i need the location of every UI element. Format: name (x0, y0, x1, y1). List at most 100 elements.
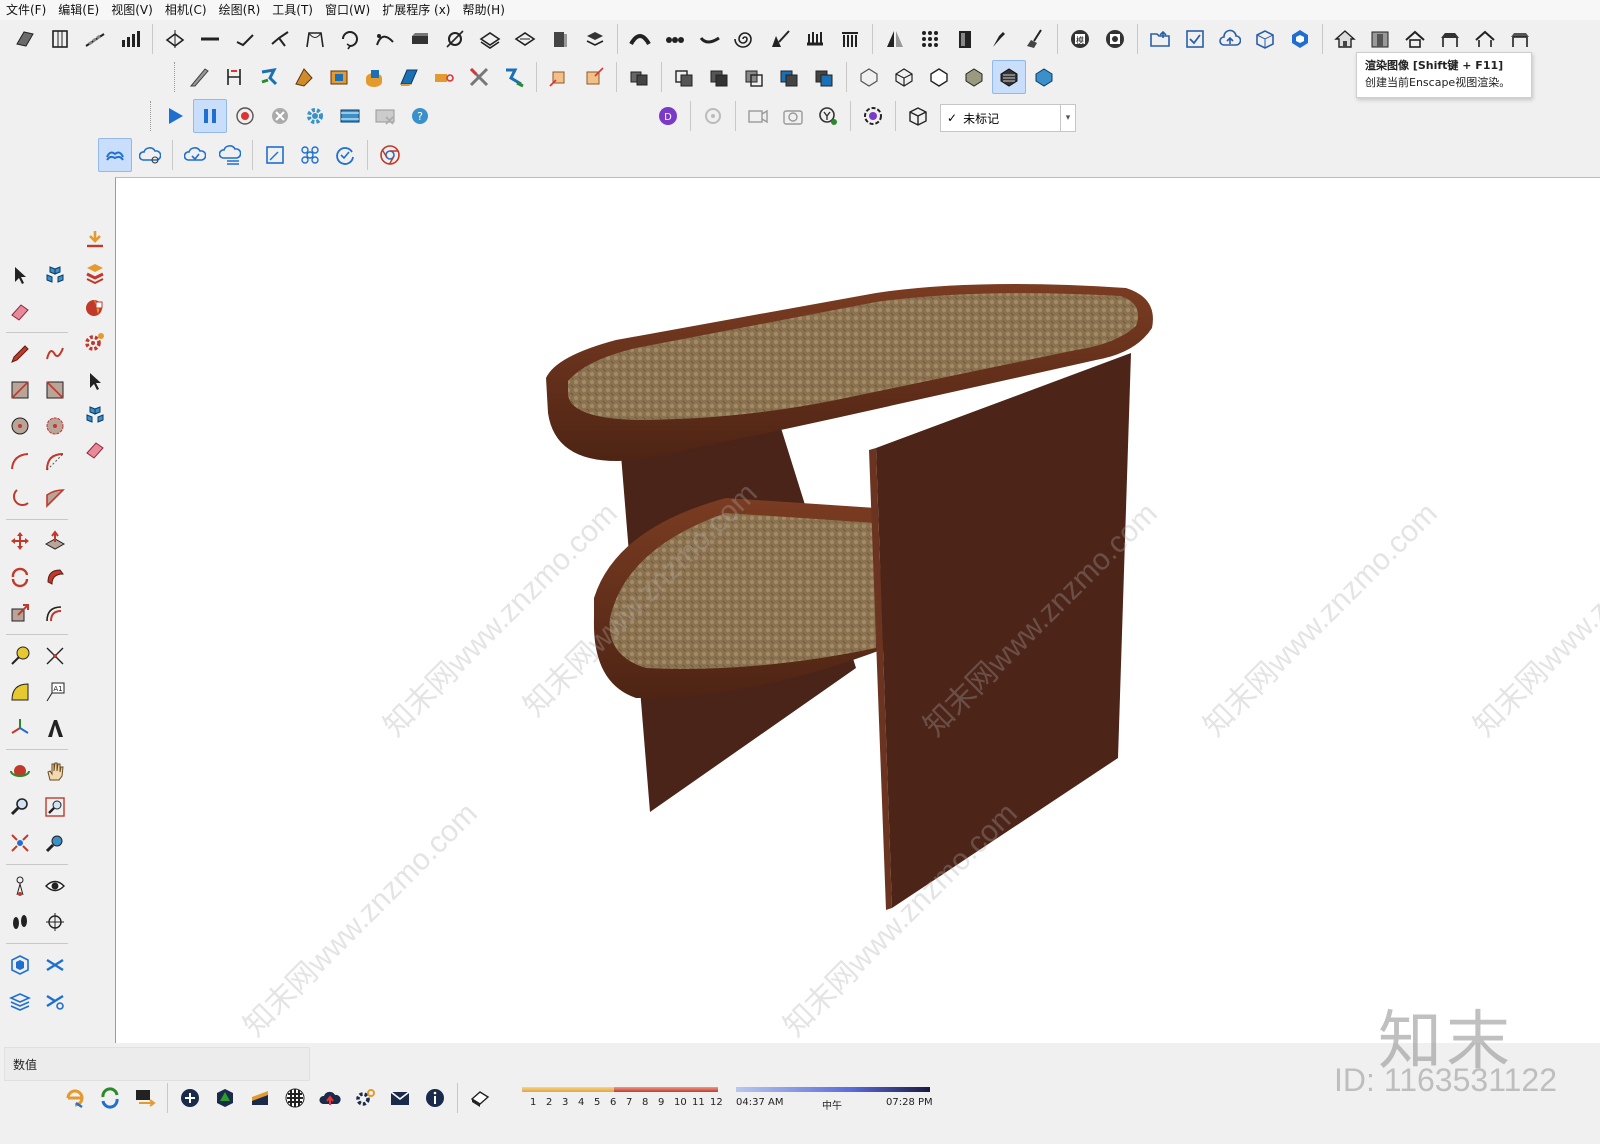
box-button[interactable] (322, 60, 356, 94)
measurements-box[interactable]: 数值 (4, 1047, 310, 1081)
soften-button[interactable] (158, 22, 192, 56)
style-xray-button[interactable] (852, 60, 886, 94)
solid-subtract-button[interactable] (737, 60, 771, 94)
look-around-tool[interactable] (38, 869, 71, 903)
arc-button[interactable] (623, 22, 657, 56)
help-button[interactable]: ? (403, 99, 437, 133)
menu-edit[interactable]: 编辑(E) (52, 0, 105, 20)
status-cloud-button[interactable] (313, 1081, 347, 1115)
panel-button[interactable] (948, 22, 982, 56)
cylinder-button[interactable] (357, 60, 391, 94)
sandbox-button[interactable] (8, 22, 42, 56)
style-monochrome-button[interactable] (1027, 60, 1061, 94)
refresh-check-button[interactable] (328, 138, 362, 172)
style-hidden-line-button[interactable] (922, 60, 956, 94)
wedge-button[interactable] (287, 60, 321, 94)
status-add-button[interactable] (173, 1081, 207, 1115)
spiral-button[interactable] (728, 22, 762, 56)
model-viewport[interactable]: 知末网www.znzmo.com 知末网www.znzmo.com 知末网www… (115, 177, 1600, 1044)
menu-draw[interactable]: 绘图(R) (213, 0, 267, 20)
make-component-tool[interactable] (38, 258, 71, 292)
walk-tool[interactable] (3, 905, 36, 939)
component-replace-button[interactable] (577, 60, 611, 94)
pen-button[interactable] (983, 22, 1017, 56)
previous-view-tool[interactable] (38, 826, 71, 860)
text-tool[interactable]: A1 (38, 675, 71, 709)
sandbox-draw-button[interactable] (182, 60, 216, 94)
offset-tool[interactable] (38, 596, 71, 630)
film-button[interactable] (333, 99, 367, 133)
push-button[interactable] (763, 22, 797, 56)
line-tool[interactable] (3, 337, 36, 371)
column-button[interactable] (43, 22, 77, 56)
section-plane-tool[interactable] (38, 905, 71, 939)
freehand-tool[interactable] (38, 337, 71, 371)
status-gear-button[interactable] (348, 1081, 382, 1115)
solid-union-button[interactable] (622, 60, 656, 94)
bevel-button[interactable] (427, 60, 461, 94)
vt-layers-button[interactable] (78, 256, 111, 290)
dots-button[interactable] (913, 22, 947, 56)
zoom-extents-tool[interactable] (3, 826, 36, 860)
push-pull-tool[interactable] (38, 524, 71, 558)
align-button[interactable] (193, 22, 227, 56)
video-editor-button[interactable] (741, 99, 775, 133)
columns-button[interactable] (833, 22, 867, 56)
circle-tool[interactable] (3, 409, 36, 443)
select-tool[interactable] (3, 258, 36, 292)
bar-chart-button[interactable] (113, 22, 147, 56)
cloud-upload-button[interactable] (1213, 22, 1247, 56)
column-build-button[interactable] (543, 22, 577, 56)
position-camera-tool[interactable] (3, 869, 36, 903)
join-button[interactable] (228, 22, 262, 56)
toolbar-grip[interactable] (174, 62, 178, 92)
rotated-rectangle-tool[interactable] (38, 373, 71, 407)
cloud-b-button[interactable] (133, 138, 167, 172)
status-import-button[interactable] (128, 1081, 162, 1115)
stack-button[interactable] (578, 22, 612, 56)
menu-help[interactable]: 帮助(H) (456, 0, 510, 20)
menu-camera[interactable]: 相机(C) (159, 0, 213, 20)
arch-button[interactable] (298, 22, 332, 56)
record-button[interactable] (228, 99, 262, 133)
screenshot-button[interactable] (776, 99, 810, 133)
roof-button[interactable] (1398, 22, 1432, 56)
vt-component-button[interactable] (78, 398, 111, 432)
solid-trim-button[interactable] (772, 60, 806, 94)
enscape-start-button[interactable]: D (651, 99, 685, 133)
node-button[interactable] (438, 22, 472, 56)
plugin-c-tool[interactable] (3, 984, 36, 1018)
extension-warehouse-button[interactable] (1283, 22, 1317, 56)
pause-button[interactable] (193, 99, 227, 133)
wall-button[interactable] (1363, 22, 1397, 56)
pan-tool[interactable] (38, 754, 71, 788)
menu-window[interactable]: 窗口(W) (319, 0, 376, 20)
status-mail-button[interactable] (383, 1081, 417, 1115)
orbit-tool[interactable] (3, 754, 36, 788)
status-e-button[interactable] (58, 1081, 92, 1115)
dimension-button[interactable] (217, 60, 251, 94)
style-wireframe-button[interactable] (887, 60, 921, 94)
plugin-b-tool[interactable] (38, 948, 71, 982)
extrude-button[interactable] (403, 22, 437, 56)
zoom-tool[interactable] (3, 790, 36, 824)
curve-button[interactable] (368, 22, 402, 56)
stairs-button[interactable] (78, 22, 112, 56)
enscape-house-button[interactable] (1328, 22, 1362, 56)
protractor-tool[interactable] (3, 675, 36, 709)
vt-select-button[interactable] (78, 364, 111, 398)
shadow-date-slider[interactable] (522, 1087, 718, 1095)
roof2-button[interactable] (1433, 22, 1467, 56)
open-folder-button[interactable] (1143, 22, 1177, 56)
plugin-a-tool[interactable] (3, 948, 36, 982)
status-info-button[interactable] (418, 1081, 452, 1115)
three-point-arc-tool[interactable] (3, 481, 36, 515)
roof3-button[interactable] (1468, 22, 1502, 56)
follow-me-button[interactable] (252, 60, 286, 94)
play-button[interactable] (158, 99, 192, 133)
status-refresh-button[interactable] (93, 1081, 127, 1115)
plugin-d-tool[interactable] (38, 984, 71, 1018)
settings-button[interactable] (298, 99, 332, 133)
path-button[interactable] (497, 60, 531, 94)
assets-button[interactable] (901, 99, 935, 133)
